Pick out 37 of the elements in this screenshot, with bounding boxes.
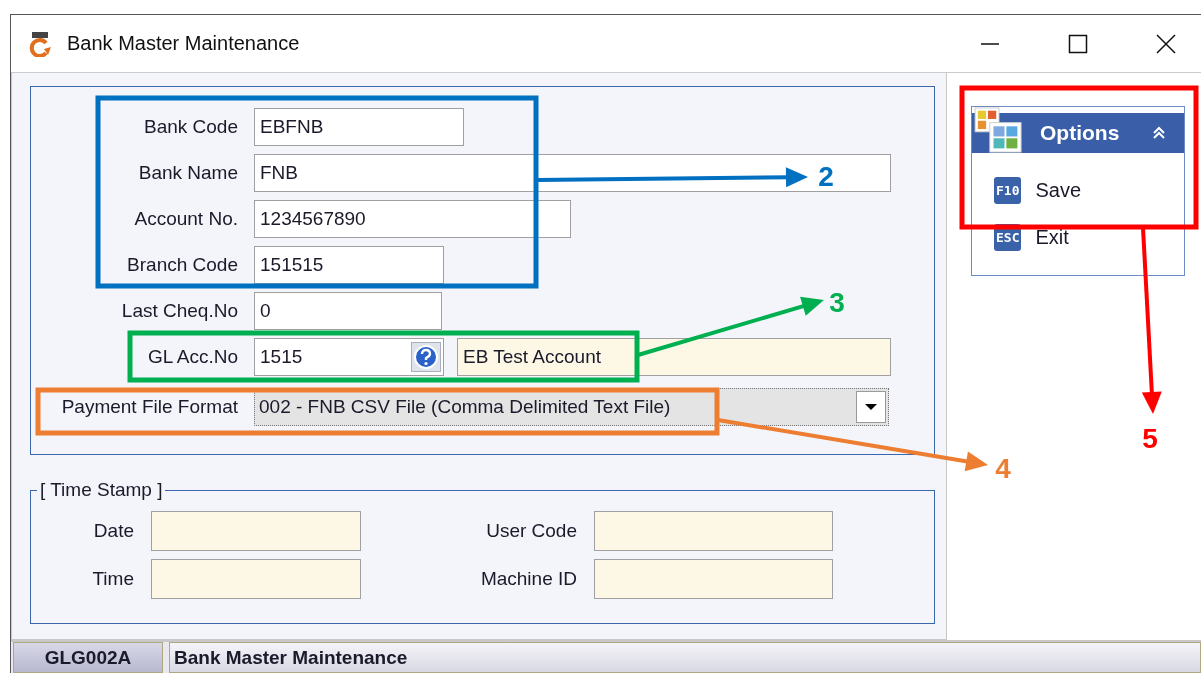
text-field[interactable]: 151515 <box>254 246 444 284</box>
field-label: Time <box>91 568 134 590</box>
field-label: Last Cheq.No <box>120 300 238 322</box>
options-title: Options <box>1040 121 1120 145</box>
field-label: Machine ID <box>479 568 577 590</box>
status-title: Bank Master Maintenance <box>169 642 1201 673</box>
field-label: Bank Name <box>137 162 238 184</box>
field-label: GL Acc.No <box>146 346 238 368</box>
callout-number: 5 <box>1142 423 1158 454</box>
field-label: Account No. <box>133 208 238 230</box>
key-badge: F10 <box>994 177 1022 204</box>
field-label: Date <box>92 520 134 542</box>
field-label: User Code <box>485 520 577 542</box>
field-label: Payment File Format <box>60 396 238 418</box>
options-header[interactable]: Options <box>972 107 1184 153</box>
maximize-icon[interactable] <box>1068 33 1088 54</box>
description-field[interactable]: EB Test Account <box>457 338 891 376</box>
close-icon[interactable] <box>1156 33 1176 54</box>
help-icon[interactable] <box>411 342 441 372</box>
lookup-field[interactable]: 1515 <box>254 338 444 376</box>
callout-number: 4 <box>995 453 1011 484</box>
window-title: Bank Master Maintenance <box>67 32 300 55</box>
app-logo-icon <box>28 30 52 57</box>
status-code: GLG002A <box>13 642 163 673</box>
tiles-icon <box>974 107 1024 153</box>
menu-item[interactable]: Exit <box>1035 226 1069 249</box>
field-label: Bank Code <box>143 116 238 138</box>
text-field[interactable]: 0 <box>254 292 442 330</box>
text-field[interactable]: EBFNB <box>254 108 464 146</box>
menu-item[interactable]: Save <box>1035 179 1082 202</box>
group-title: [ Time Stamp ] <box>40 479 163 500</box>
callout-number: 3 <box>829 287 845 318</box>
field-label: Branch Code <box>126 254 238 276</box>
caret-icon[interactable] <box>856 391 886 423</box>
collapse-icon[interactable] <box>1152 126 1166 140</box>
callout-number: 2 <box>818 161 834 192</box>
text-field[interactable]: 1234567890 <box>254 200 571 238</box>
